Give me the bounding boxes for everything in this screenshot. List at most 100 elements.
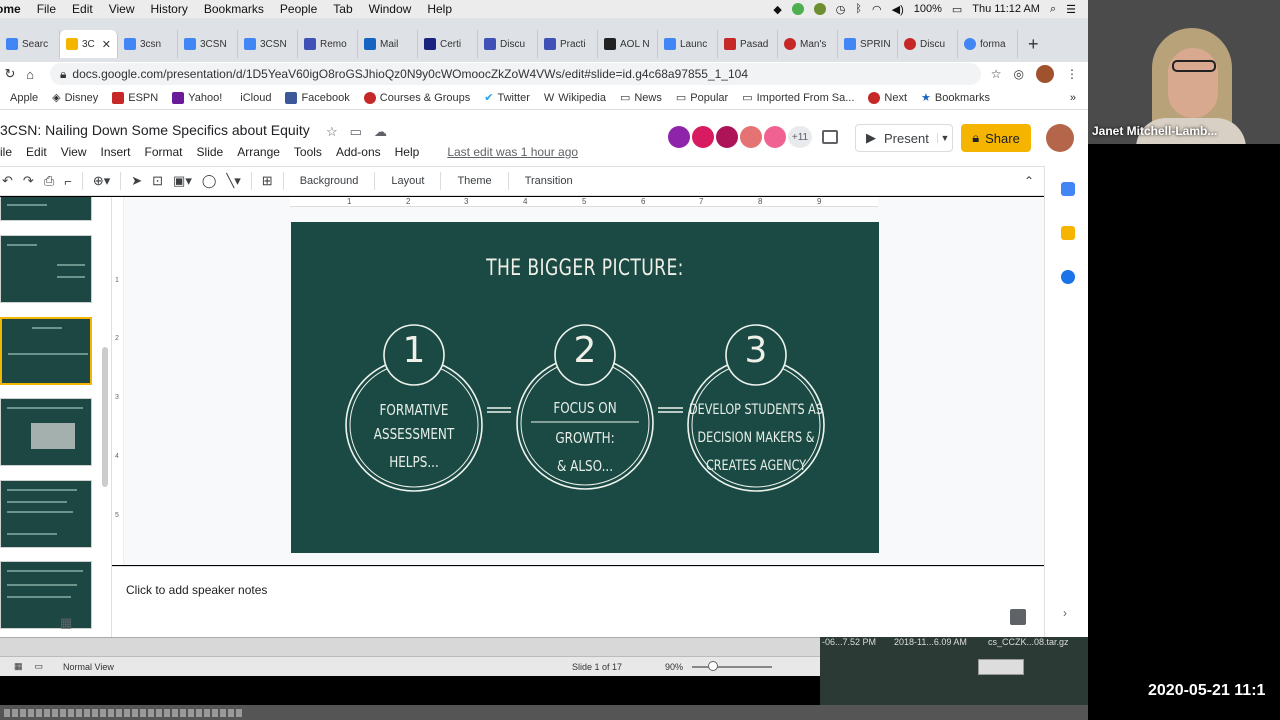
menu-bookmarks[interactable]: Bookmarks xyxy=(196,2,272,16)
bookmark-popular[interactable]: ▭ Popular xyxy=(676,91,728,105)
video-tile[interactable]: Janet Mitchell-Lamb... xyxy=(1088,0,1280,144)
dock-app-icon[interactable] xyxy=(4,708,10,717)
last-edit-link[interactable]: Last edit was 1 hour ago xyxy=(447,145,578,159)
slide-thumbnail[interactable] xyxy=(0,561,92,629)
zoom-slider-track[interactable] xyxy=(692,666,772,668)
slide-thumbnail[interactable] xyxy=(0,197,92,221)
volume-icon[interactable]: ◀) xyxy=(892,3,904,16)
browser-tab[interactable]: Remo xyxy=(298,30,358,58)
present-dropdown-icon[interactable]: ▼ xyxy=(936,133,952,143)
collapse-toolbar-icon[interactable]: ⌃ xyxy=(1024,174,1034,188)
new-slide-icon[interactable]: ⊞ xyxy=(262,173,273,189)
dropbox-icon[interactable]: ◆ xyxy=(773,3,781,16)
expand-panel-icon[interactable]: › xyxy=(1063,606,1067,620)
close-tab-icon[interactable]: ✕ xyxy=(102,38,111,51)
slide-thumbnail[interactable] xyxy=(0,235,92,303)
zoom-icon[interactable]: ⊕▾ xyxy=(93,173,110,189)
dock-app-icon[interactable] xyxy=(164,708,170,717)
browser-tab[interactable]: Pasad xyxy=(718,30,778,58)
spotlight-icon[interactable]: ⌕ xyxy=(1050,3,1056,16)
dock-app-icon[interactable] xyxy=(212,708,218,717)
bookmark-wikipedia[interactable]: W Wikipedia xyxy=(544,92,606,104)
desktop-file-label[interactable]: cs_CCZK...08.tar.gz xyxy=(988,637,1069,647)
time-machine-icon[interactable]: ◷ xyxy=(836,3,846,16)
notification-icon[interactable]: ☰ xyxy=(1066,3,1076,16)
menu-history[interactable]: History xyxy=(143,2,196,16)
menu-slide[interactable]: Slide xyxy=(197,145,224,159)
dock-app-icon[interactable] xyxy=(92,708,98,717)
bookmarks-overflow-icon[interactable]: » xyxy=(1070,92,1088,104)
explore-icon[interactable] xyxy=(1010,609,1026,625)
app-menu[interactable]: ome xyxy=(0,2,29,16)
more-icon[interactable]: ⋮ xyxy=(1066,67,1078,81)
dock-app-icon[interactable] xyxy=(148,708,154,717)
browser-tab[interactable]: Launc xyxy=(658,30,718,58)
menu-people[interactable]: People xyxy=(272,2,325,16)
browser-tab[interactable]: Certi xyxy=(418,30,478,58)
shape-icon[interactable]: ◯ xyxy=(202,173,217,189)
menu-edit[interactable]: Edit xyxy=(26,145,47,159)
redo-icon[interactable]: ↷ xyxy=(23,173,34,189)
present-button[interactable]: ▶ Present ▼ xyxy=(855,124,953,152)
menu-arrange[interactable]: Arrange xyxy=(237,145,280,159)
reload-icon[interactable]: ↻ xyxy=(0,66,20,82)
filmstrip-scrollbar[interactable] xyxy=(102,347,108,487)
textbox-icon[interactable]: ⊡ xyxy=(152,173,163,189)
background-button[interactable]: Background xyxy=(294,175,365,187)
account-avatar[interactable] xyxy=(1046,124,1074,152)
theme-button[interactable]: Theme xyxy=(451,175,497,187)
bookmark-imported[interactable]: ▭ Imported From Sa... xyxy=(742,91,854,105)
browser-tab[interactable]: Practi xyxy=(538,30,598,58)
desktop-file-label[interactable]: 2018-11...6.09 AM xyxy=(894,637,967,647)
grid-view-icon[interactable]: ▦ xyxy=(60,615,72,631)
new-tab-icon[interactable]: + xyxy=(1018,30,1049,58)
menu-format[interactable]: Format xyxy=(145,145,183,159)
keep-icon[interactable] xyxy=(1061,226,1075,240)
browser-tab[interactable]: 3csn xyxy=(118,30,178,58)
extension-icon[interactable]: ◎ xyxy=(1014,67,1024,81)
dock-app-icon[interactable] xyxy=(236,708,242,717)
dock-app-icon[interactable] xyxy=(28,708,34,717)
home-icon[interactable]: ⌂ xyxy=(20,67,40,82)
collaborator-avatar[interactable] xyxy=(668,126,690,148)
grid-icon[interactable]: ▦ xyxy=(14,661,23,672)
menu-file[interactable]: ile xyxy=(0,145,12,159)
status-icon[interactable] xyxy=(791,3,804,15)
collaborator-avatar[interactable] xyxy=(740,126,762,148)
battery-label[interactable]: 100% xyxy=(914,3,942,15)
url-field[interactable]: 🔒︎ docs.google.com/presentation/d/1D5Yea… xyxy=(50,63,981,85)
bluetooth-icon[interactable]: ᛒ xyxy=(855,3,862,15)
calendar-icon[interactable] xyxy=(1061,182,1075,196)
dock-app-icon[interactable] xyxy=(44,708,50,717)
menu-view[interactable]: View xyxy=(101,2,143,16)
bookmark-courses[interactable]: Courses & Groups xyxy=(363,91,470,104)
dock-app-icon[interactable] xyxy=(204,708,210,717)
menu-help[interactable]: Help xyxy=(395,145,420,159)
bookmark-apple[interactable]: Apple xyxy=(6,92,38,104)
dock-app-icon[interactable] xyxy=(116,708,122,717)
dock-app-icon[interactable] xyxy=(20,708,26,717)
more-collaborators[interactable]: +11 xyxy=(788,126,812,148)
undo-icon[interactable]: ↶ xyxy=(2,173,13,189)
dock-app-icon[interactable] xyxy=(124,708,130,717)
slide-thumbnail[interactable] xyxy=(0,480,92,548)
dock-app-icon[interactable] xyxy=(180,708,186,717)
image-icon[interactable]: ▣▾ xyxy=(173,173,192,189)
speaker-notes[interactable]: Click to add speaker notes xyxy=(112,566,1044,637)
dock-app-icon[interactable] xyxy=(76,708,82,717)
print-icon[interactable]: ⎙ xyxy=(44,173,54,189)
menu-tools[interactable]: Tools xyxy=(294,145,322,159)
bookmark-disney[interactable]: ◈ Disney xyxy=(52,91,98,105)
line-icon[interactable]: ╲▾ xyxy=(226,173,240,189)
doc-title[interactable]: 3CSN: Nailing Down Some Specifics about … xyxy=(0,122,310,138)
menu-tab[interactable]: Tab xyxy=(325,2,360,16)
dock-app-icon[interactable] xyxy=(228,708,234,717)
dock-app-icon[interactable] xyxy=(156,708,162,717)
menu-addons[interactable]: Add-ons xyxy=(336,145,381,159)
status-icon-w[interactable] xyxy=(813,3,826,15)
current-slide[interactable]: THE BIGGER PICTURE: 1 2 3 FORMATIVE ASSE… xyxy=(291,222,879,553)
menu-view[interactable]: View xyxy=(61,145,87,159)
desktop-file-icon[interactable] xyxy=(978,659,1024,675)
collaborator-avatar[interactable] xyxy=(716,126,738,148)
bookmark-icloud[interactable]: iCloud xyxy=(236,92,271,104)
